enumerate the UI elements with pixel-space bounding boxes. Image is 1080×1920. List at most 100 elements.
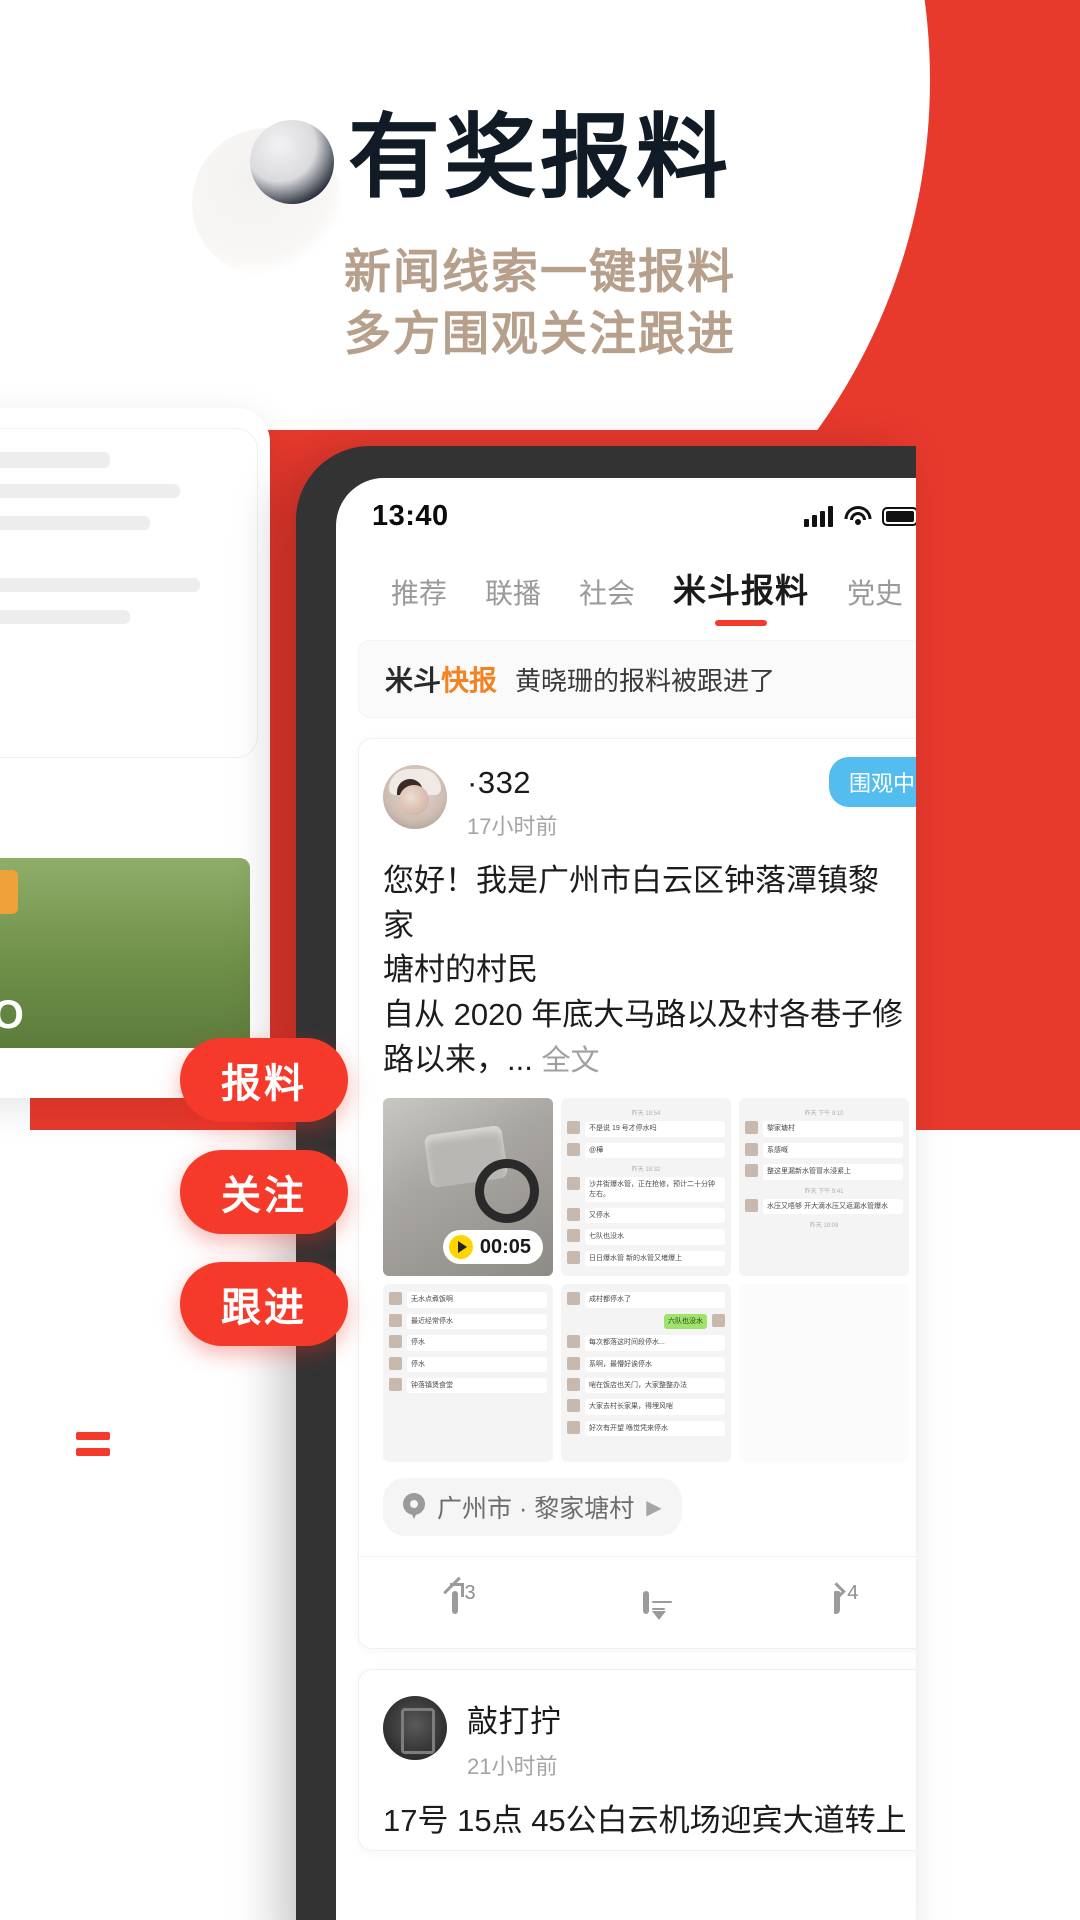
- chat-row: 六队也没水: [567, 1313, 725, 1330]
- ghost-thumbnail-badge-icon: [0, 870, 18, 914]
- chat-row: 钟落镇煲食堂: [389, 1378, 547, 1394]
- pill-guanzhu[interactable]: 关注: [180, 1150, 348, 1234]
- post-card[interactable]: ·332 17小时前 围观中 您好！我是广州市白云区钟落潭镇黎家 塘村的村民 自…: [358, 738, 916, 1650]
- tab-shehui[interactable]: 社会: [560, 572, 654, 618]
- flash-news-banner[interactable]: 米斗快报 黄晓珊的报料被跟进了: [358, 640, 916, 718]
- post-header: ·332 17小时前 围观中: [359, 739, 916, 841]
- follow-button[interactable]: 4: [742, 1582, 916, 1614]
- pill-baoliao[interactable]: 报料: [180, 1038, 348, 1122]
- media-chat-screenshot-4[interactable]: 无水点煮饭啊 最近经常停水 停水 停水 钟落镇煲食堂: [383, 1284, 553, 1463]
- post-author-name[interactable]: ·332: [467, 765, 557, 801]
- tab-tuijian[interactable]: 推荐: [372, 572, 466, 618]
- chat-bubble: 系啊，最懵好诶停水: [585, 1356, 725, 1372]
- chat-row: 好次有开望 喺觉凭来停水: [567, 1420, 725, 1437]
- post-timestamp: 17小时前: [467, 814, 558, 839]
- status-badge: 围观中: [828, 757, 916, 807]
- flash-banner-text: 黄晓珊的报料被跟进了: [515, 665, 776, 696]
- post-header: 敲打拧 21小时前: [359, 1670, 916, 1781]
- chat-bubble: 日日爆水管 新的水管又堵爆上: [585, 1250, 725, 1267]
- chat-avatar: [567, 1229, 580, 1243]
- ghost-card-thumbnail: TO: [0, 858, 250, 1048]
- chat-avatar: [567, 1420, 580, 1434]
- ghost-thumbnail-label: TO: [0, 993, 25, 1037]
- ghost-line: [0, 452, 110, 468]
- chat-row: 又停水: [567, 1208, 725, 1224]
- chat-row: 不是说 19 号才停水吗: [567, 1121, 725, 1137]
- chevron-right-icon: ▶: [646, 1496, 662, 1519]
- battery-full-icon: [882, 506, 916, 526]
- media-video-thumbnail[interactable]: 00:05: [383, 1098, 553, 1277]
- chat-row: 水压又唔够 开大滴水压又返漏水管爆水: [745, 1198, 903, 1214]
- post-text-line-1: 17号 15点 45公白云机场迎宾大道转上: [383, 1803, 907, 1839]
- status-bar-time: 13:40: [372, 499, 449, 532]
- chat-bubble: @樺: [585, 1142, 725, 1159]
- post-expand-link[interactable]: 全文: [541, 1045, 599, 1077]
- chat-bubble: 无水点煮饭啊: [407, 1292, 547, 1308]
- chat-avatar: [567, 1292, 580, 1306]
- chat-avatar: [389, 1292, 402, 1306]
- chat-avatar: [567, 1378, 580, 1391]
- chat-date: 昨天 19:54: [631, 1111, 661, 1118]
- poster-headline-block: 有奖报料 新闻线索一键报料 多方围观关注跟进: [0, 110, 1080, 365]
- chat-bubble: 系感嘅: [763, 1142, 903, 1159]
- chat-row: 啱在饭店也关门，大家整整办法: [567, 1378, 725, 1394]
- share-icon: 3: [451, 1582, 476, 1614]
- chat-date: 昨天 下午 9:10: [804, 1111, 844, 1118]
- channel-tab-bar[interactable]: 推荐 联播 社会 米斗报料 党史 +: [336, 542, 916, 626]
- chat-avatar: [745, 1142, 758, 1156]
- media-chat-screenshot-5[interactable]: 成村都停水了 六队也没水 每次都落这时间段停水... 系啊，最懵好诶停水 啱在饭…: [561, 1284, 731, 1463]
- chat-bubble: 七队也没水: [585, 1229, 725, 1245]
- post-media-grid[interactable]: 00:05 昨天 19:54 不是说 19 号才停水吗 @樺 昨天 18:32 …: [359, 1088, 916, 1463]
- chat-row: 无水点煮饭啊: [389, 1292, 547, 1308]
- chat-bubble: 不是说 19 号才停水吗: [585, 1121, 725, 1137]
- chat-row: 停水: [389, 1335, 547, 1351]
- poster-subtitle-line-2: 多方围观关注跟进: [344, 306, 736, 360]
- chat-avatar: [567, 1142, 580, 1156]
- page-title: 有奖报料: [347, 107, 732, 209]
- chat-bubble: 最近经常停水: [407, 1313, 547, 1330]
- avatar-face: [399, 785, 429, 815]
- flash-brand-suffix: 快报: [441, 665, 498, 696]
- chat-bubble: 每次都落这时间段停水...: [585, 1335, 725, 1351]
- ghost-line: [0, 610, 130, 624]
- pill-genjin[interactable]: 跟进: [180, 1262, 348, 1346]
- share-button[interactable]: 3: [359, 1582, 550, 1614]
- status-bar: 13:40: [336, 478, 916, 542]
- chat-avatar: [567, 1335, 580, 1349]
- status-bar-indicators: [804, 505, 916, 527]
- post-body: 17号 15点 45公白云机场迎宾大道转上: [359, 1781, 916, 1850]
- chat-row: 成村都停水了: [567, 1292, 725, 1308]
- chat-bubble: 整这里漏新水管冒水浸紧上: [763, 1164, 903, 1180]
- chat-bubble: 大家去村长家果，得埋风啱: [585, 1399, 725, 1415]
- post-location-text: 广州市 · 黎家塘村: [437, 1495, 635, 1524]
- chat-row: 每次都落这时间段停水...: [567, 1335, 725, 1351]
- tab-lianbo[interactable]: 联播: [466, 572, 560, 618]
- media-chat-screenshot-3[interactable]: 昨天 下午 9:10 黎家塘村 系感嘅 整这里漏新水管冒水浸紧上 昨天 下午 9…: [739, 1098, 909, 1277]
- post-location-tag[interactable]: 广州市 · 黎家塘村 ▶: [383, 1478, 682, 1537]
- avatar[interactable]: [383, 765, 447, 829]
- chat-row: 系啊，最懵好诶停水: [567, 1356, 725, 1372]
- tab-active-indicator: [715, 620, 768, 626]
- post-action-bar[interactable]: 3 4: [359, 1556, 916, 1648]
- post-meta: ·332 17小时前: [467, 765, 557, 841]
- chat-date: 昨天 下午 9:41: [804, 1188, 844, 1195]
- feed-list: 米斗快报 黄晓珊的报料被跟进了 ·332 17小时前 围观中 您好！我是广州市白…: [336, 618, 916, 1851]
- poster-subtitle-line-1: 新闻线索一键报料: [344, 244, 736, 298]
- phone-device-frame: 13:40 推荐 联播 社会 米斗报料 党史 +: [296, 446, 916, 1920]
- avatar[interactable]: [383, 1696, 447, 1761]
- poster-stage: 有奖报料 新闻线索一键报料 多方围观关注跟进 TO 13:40: [0, 0, 1080, 1920]
- media-chat-screenshot-2[interactable]: 昨天 19:54 不是说 19 号才停水吗 @樺 昨天 18:32 沙井街爆水管…: [561, 1098, 731, 1277]
- post-author-name[interactable]: 敲打拧: [467, 1696, 562, 1741]
- video-duration-text: 00:05: [479, 1235, 531, 1258]
- tab-midou-baoliao-label: 米斗报料: [673, 572, 810, 609]
- comment-button[interactable]: [550, 1590, 741, 1614]
- post-card[interactable]: 敲打拧 21小时前 17号 15点 45公白云机场迎宾大道转上: [358, 1669, 916, 1851]
- chat-avatar: [567, 1399, 580, 1413]
- chat-avatar: [745, 1121, 758, 1135]
- poster-subtitle: 新闻线索一键报料 多方围观关注跟进: [0, 241, 1080, 365]
- post-body: 您好！我是广州市白云区钟落潭镇黎家 塘村的村民 自从 2020 年底大马路以及村…: [359, 841, 916, 1088]
- tab-dangshi[interactable]: 党史: [828, 572, 916, 618]
- wifi-icon: [844, 506, 871, 526]
- tab-midou-baoliao[interactable]: 米斗报料: [654, 564, 828, 626]
- post-text-line-4-text: 路以来，...: [383, 1041, 533, 1077]
